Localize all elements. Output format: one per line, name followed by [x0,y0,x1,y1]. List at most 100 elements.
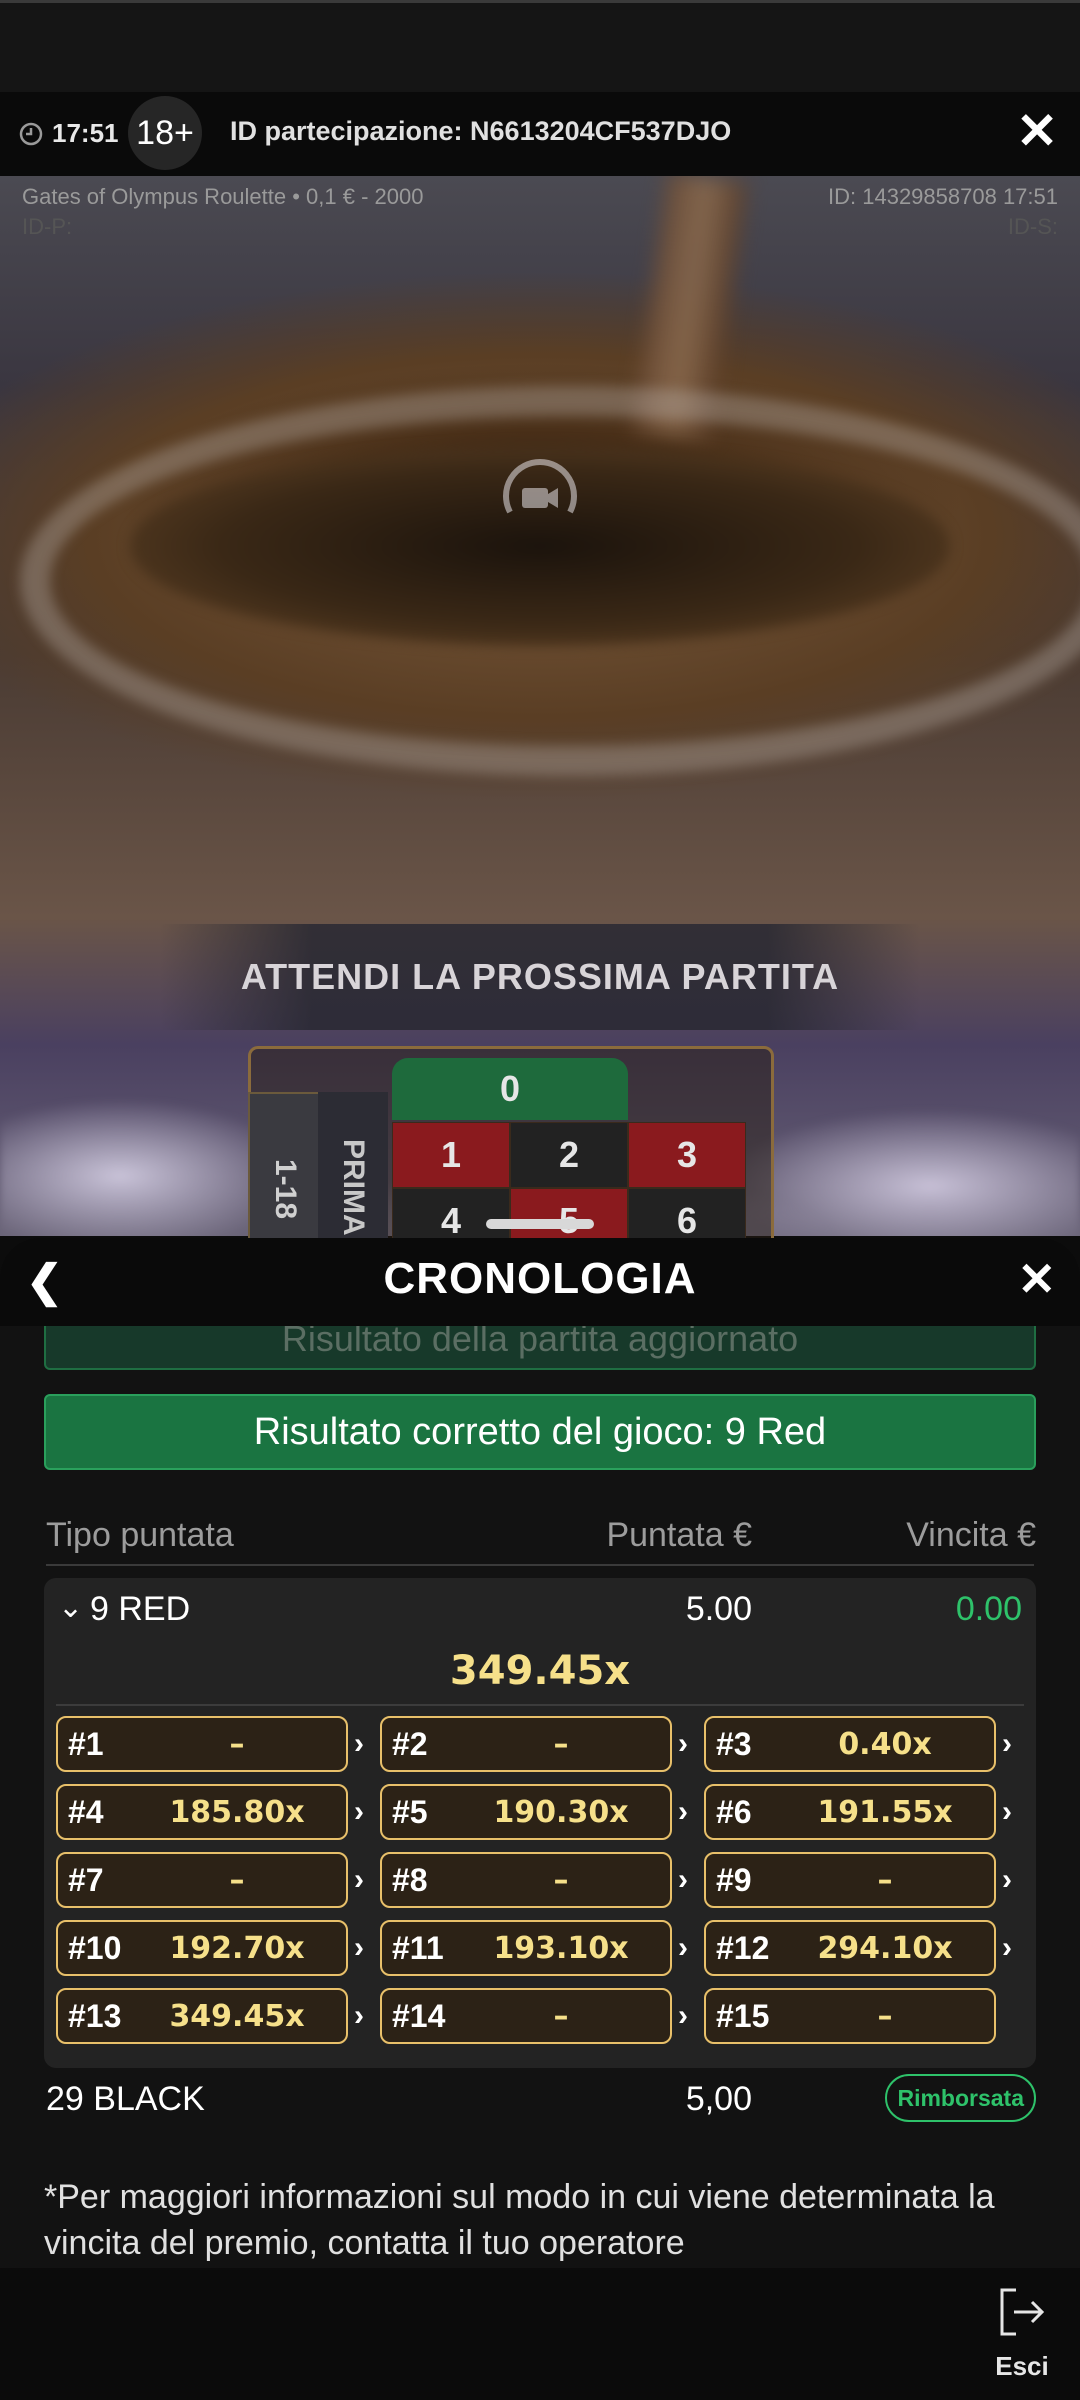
slot-number: #7 [68,1861,104,1898]
table-cell[interactable]: 2 [510,1122,628,1188]
chevron-right-icon: › [678,1863,688,1896]
slot-number: #1 [68,1725,104,1762]
slot-number: #15 [716,1997,770,2034]
chevron-right-icon: › [354,1795,364,1828]
id-p: ID-P: [22,214,73,239]
chevron-down-icon[interactable]: ⌄ [58,1590,83,1625]
close-icon[interactable]: ✕ [1017,1252,1056,1306]
chevron-right-icon: › [354,1727,364,1760]
slot-number: #11 [392,1929,444,1966]
column-bet-type: Tipo puntata [46,1516,234,1554]
slot-value: – [553,1862,569,1898]
columns-header: Tipo puntata Puntata € Vincita € [46,1516,1036,1560]
round-id: ID: 14329858708 17:51 [828,184,1058,209]
slot-number: #4 [68,1793,104,1830]
multiplier-slot: #7 – [56,1852,348,1908]
multiplier-slot: #6 191.55x [704,1784,996,1840]
column-stake: Puntata € [606,1516,752,1554]
bet-name: 29 BLACK [46,2080,205,2118]
previous-result-text: Risultato della partita aggiornato [281,1326,799,1359]
chevron-right-icon: › [1002,1795,1012,1828]
clock-time: 17:51 [52,118,119,148]
video-camera-icon[interactable] [496,454,584,542]
total-multiplier: 349.45x [449,1648,631,1694]
multiplier-slot: #1 – [56,1716,348,1772]
chevron-right-icon: › [1002,1863,1012,1896]
slot-value: 294.10x [817,1930,953,1966]
chevron-right-icon: › [1002,1931,1012,1964]
bet-stake: 5,00 [685,2080,752,2118]
multiplier-slot: #10 192.70x [56,1920,348,1976]
slot-number: #5 [392,1793,428,1830]
bet-stake: 5.00 [685,1590,752,1628]
table-cell[interactable]: 1 [392,1122,510,1188]
round-info: ID: 14329858708 17:51 ID-S: [828,182,1058,242]
top-bar: 17:51 18+ ID partecipazione: N6613204CF5… [0,92,1080,176]
slot-value: 191.55x [817,1794,953,1830]
slot-value: – [553,1998,569,2034]
slot-number: #9 [716,1861,752,1898]
status-strip [0,0,1080,92]
id-s: ID-S: [1007,214,1058,239]
chevron-right-icon: › [1002,1727,1012,1760]
age-badge: 18+ [128,96,202,170]
slot-number: #3 [716,1725,752,1762]
multiplier-slot: #4 185.80x [56,1784,348,1840]
slot-number: #14 [392,1997,446,2034]
game-info: Gates of Olympus Roulette • 0,1 € - 2000… [22,182,423,242]
slot-value: 190.30x [493,1794,629,1830]
slot-number: #8 [392,1861,428,1898]
multiplier-slot: #9 – [704,1852,996,1908]
slot-number: #13 [68,1997,122,2034]
footnote: *Per maggiori informazioni sul modo in c… [44,2178,995,2262]
clock-icon [19,122,43,145]
history-sheet: ❮ CRONOLOGIA ✕ Risultato della partita a… [0,1238,1080,2268]
divider [56,1704,1024,1706]
chevron-right-icon: › [678,1931,688,1964]
multiplier-slot: #12 294.10x [704,1920,996,1976]
bottom-bar: Esci [0,2268,1080,2400]
chevron-right-icon: › [678,1795,688,1828]
exit-icon [1000,2288,1045,2336]
slot-value: 0.40x [838,1726,932,1762]
sheet-title: CRONOLOGIA [383,1254,697,1303]
chevron-right-icon: › [354,1863,364,1896]
exit-button[interactable]: Esci [988,2284,1056,2382]
previous-result-note: Risultato della partita aggiornato [44,1326,1036,1370]
drag-handle[interactable] [486,1219,594,1229]
slot-value: – [229,1862,245,1898]
slot-value: – [553,1726,569,1762]
slot-number: #10 [68,1929,122,1966]
chevron-right-icon: › [354,1931,364,1964]
bet-card: ⌄ 9 RED 5.00 0.00 349.45x #1 – › #2 – › #3… [44,1578,1036,2068]
table-cell[interactable]: 3 [628,1122,746,1188]
chevron-right-icon: › [354,1999,364,2032]
slot-value: – [877,1862,893,1898]
slot-value: – [229,1726,245,1762]
wait-banner: ATTENDI LA PROSSIMA PARTITA [160,924,920,1030]
result-banner: Risultato corretto del gioco: 9 Red [44,1394,1036,1470]
slot-value: 192.70x [169,1930,305,1966]
exit-label: Esci [995,2351,1049,2381]
multiplier-slot: #15 – [704,1988,996,2044]
multiplier-slot: #13 349.45x [56,1988,348,2044]
multiplier-slot: #14 – [380,1988,672,2044]
participation-id: ID partecipazione: N6613204CF537DJO [230,116,732,146]
table-cell-zero[interactable]: 0 [392,1058,628,1120]
multiplier-slot: #3 0.40x [704,1716,996,1772]
chevron-right-icon: › [678,1999,688,2032]
close-icon[interactable]: ✕ [1016,106,1058,156]
multiplier-slot: #8 – [380,1852,672,1908]
roulette-table: 0 1-18 PRIMA 1 2 3 4 5 6 [248,1046,774,1292]
bet-row[interactable]: ⌄ 9 RED 5.00 0.00 [58,1590,1022,1634]
sheet-header: ❮ CRONOLOGIA ✕ [0,1238,1080,1326]
bet-name: 9 RED [90,1590,191,1628]
game-name: Gates of Olympus Roulette • 0,1 € - 2000 [22,184,424,209]
refunded-badge: Rimborsata [885,2074,1036,2122]
multiplier-slot: #2 – [380,1716,672,1772]
multiplier-slot: #5 190.30x [380,1784,672,1840]
bet-row-29-black: 29 BLACK 5,00 Rimborsata [46,2074,1036,2124]
multiplier-slot: #11 193.10x [380,1920,672,1976]
divider [46,1564,1034,1566]
chevron-right-icon: › [678,1727,688,1760]
